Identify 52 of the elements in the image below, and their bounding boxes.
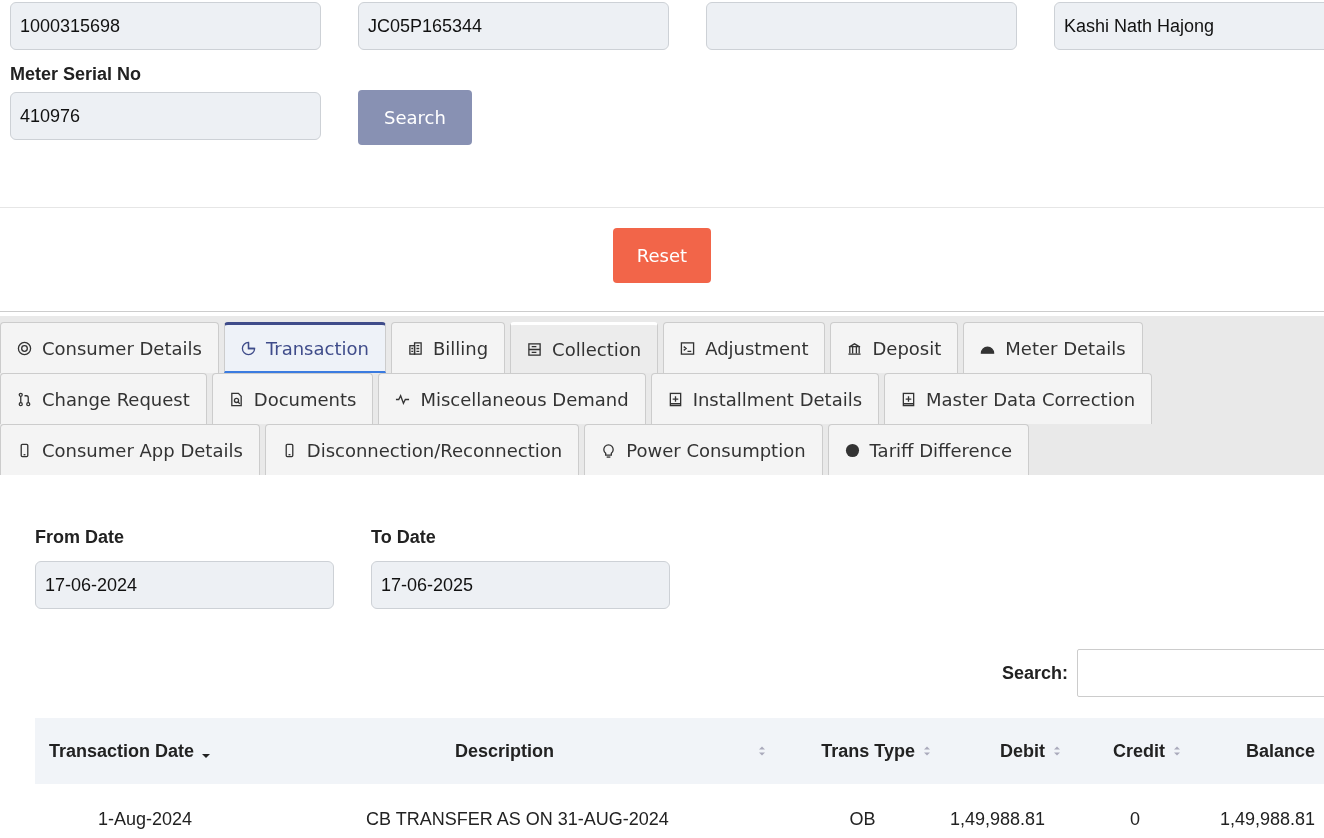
list-icon	[527, 341, 543, 357]
tab[interactable]: Miscellaneous Demand	[378, 373, 646, 424]
date-field[interactable]: 17-06-2024	[35, 561, 334, 609]
circle-icon	[844, 442, 860, 458]
column-header[interactable]: Trans Type	[780, 718, 945, 784]
column-header[interactable]: Description	[255, 718, 780, 784]
branch-icon	[17, 391, 32, 407]
field-label: From Date	[35, 527, 125, 548]
table-cell-text: 0	[1129, 809, 1141, 831]
tab[interactable]: Documents	[211, 373, 374, 424]
pie-chart-icon	[240, 340, 256, 356]
terminal-icon	[680, 340, 696, 356]
tab[interactable]: Adjustment	[663, 322, 826, 373]
search-label: Search:	[1001, 662, 1068, 684]
search-field[interactable]	[1077, 649, 1324, 697]
tab[interactable]: Consumer Details	[0, 322, 219, 373]
tab[interactable]: Consumer App Details	[0, 424, 260, 475]
tab[interactable]: Change Request	[0, 373, 207, 424]
tab[interactable]: Deposit	[830, 322, 959, 373]
plus-book-icon	[667, 391, 683, 407]
table-cell-text: 1,49,988.81	[948, 809, 1046, 831]
bulb-icon	[601, 442, 617, 458]
tab[interactable]: Transaction	[223, 322, 386, 373]
building-icon	[407, 340, 423, 356]
column-header[interactable]: Credit	[1075, 718, 1195, 784]
tab[interactable]: Power Consumption	[584, 424, 823, 475]
tab[interactable]: Disconnection/Reconnection	[264, 424, 580, 475]
field-label: Meter Serial No	[10, 64, 143, 85]
table-cell-text: CB TRANSFER AS ON 31-AUG-2024	[365, 809, 670, 831]
text-field[interactable]	[706, 2, 1017, 50]
column-header[interactable]: Transaction Date	[35, 718, 255, 784]
tab[interactable]: Tariff Difference	[827, 424, 1029, 475]
column-header[interactable]: Debit	[945, 718, 1075, 784]
tab[interactable]: Billing	[390, 322, 506, 373]
plus-book-icon	[901, 391, 917, 407]
field-label: To Date	[371, 527, 437, 548]
tab[interactable]: Master Data Correction	[884, 373, 1153, 424]
text-field[interactable]: Kashi Nath Hajong	[1054, 2, 1324, 50]
tab[interactable]: Installment Details	[650, 373, 880, 424]
text-field[interactable]: JC05P165344	[358, 2, 669, 50]
document-search-icon	[228, 391, 244, 407]
tab[interactable]: Collection	[510, 322, 659, 373]
column-header[interactable]: Balance	[1195, 718, 1324, 784]
tab[interactable]: Meter Details	[963, 322, 1143, 373]
table-cell-text: 1-Aug-2024	[96, 809, 194, 831]
date-field[interactable]: 17-06-2025	[371, 561, 670, 609]
meter-serial-field[interactable]: 410976	[10, 92, 321, 140]
table-cell-text: 1,49,988.81	[1218, 809, 1316, 831]
text-field[interactable]: 1000315698	[10, 2, 321, 50]
ring-icon	[17, 340, 32, 356]
bank-icon	[847, 340, 863, 356]
table-cell-text: OB	[848, 809, 877, 831]
